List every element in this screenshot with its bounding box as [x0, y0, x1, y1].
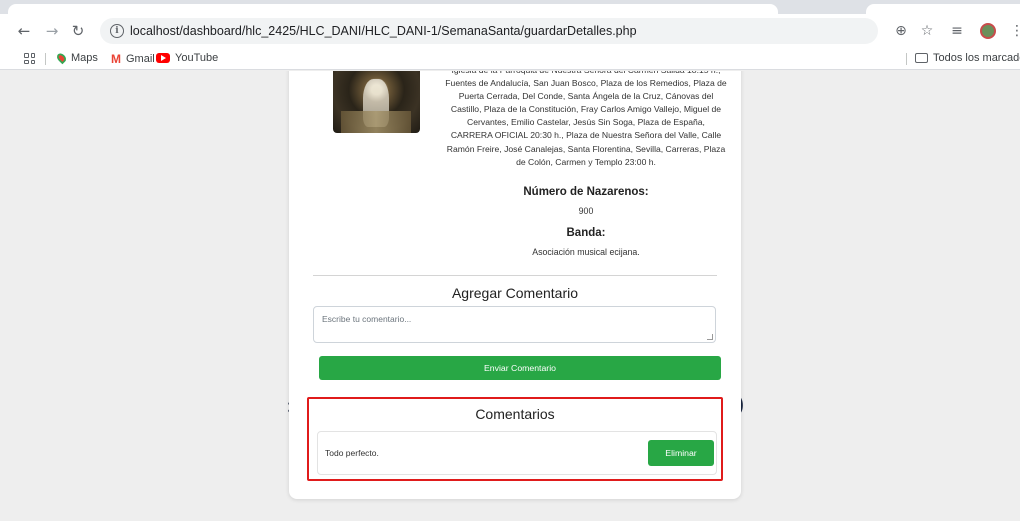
address-bar[interactable]: i localhost/dashboard/hlc_2425/HLC_DANI/… — [100, 18, 878, 44]
bookmark-youtube[interactable]: YouTube — [156, 52, 218, 64]
bookmark-maps[interactable]: Maps — [55, 51, 98, 65]
folder-icon — [915, 53, 928, 63]
route-text: Iglesia de la Parroquia de Nuestra Señor… — [445, 71, 727, 167]
gmail-icon: M — [111, 52, 121, 66]
bookmark-gmail[interactable]: M Gmail — [111, 52, 155, 66]
delete-comment-button[interactable]: Eliminar — [648, 440, 714, 466]
procession-detail-card: Iglesia de la Parroquia de Nuestra Señor… — [289, 71, 741, 499]
bookmark-label: Maps — [71, 52, 98, 64]
media-control-icon[interactable]: ≡ — [946, 19, 968, 43]
bookmarks-divider — [45, 53, 46, 65]
comment-item: Todo perfecto. Eliminar — [317, 431, 717, 475]
comments-title: Comentarios — [475, 406, 555, 422]
back-icon[interactable]: ← — [12, 19, 36, 43]
all-bookmarks[interactable]: Todos los marcadores — [915, 52, 1020, 64]
procession-image — [333, 71, 420, 133]
tab-strip-right — [866, 4, 1020, 14]
add-comment-title: Agregar Comentario — [451, 285, 579, 301]
star-icon[interactable]: ☆ — [916, 19, 938, 43]
browser-toolbar: ← → ↻ i localhost/dashboard/hlc_2425/HLC… — [0, 14, 1020, 48]
apps-icon[interactable] — [24, 53, 35, 64]
banda-value: Asociación musical ecijana. — [532, 247, 640, 257]
zoom-icon[interactable]: ⊕ — [890, 19, 912, 43]
youtube-icon — [156, 53, 170, 63]
info-icon[interactable]: i — [110, 24, 124, 38]
nazarenos-value: 900 — [578, 206, 594, 216]
divider — [313, 275, 717, 276]
profile-avatar[interactable] — [980, 23, 996, 39]
bookmarks-divider — [906, 53, 907, 65]
bookmark-label: YouTube — [175, 52, 219, 64]
maps-icon — [55, 51, 68, 65]
reload-icon[interactable]: ↻ — [66, 19, 90, 43]
nazarenos-label: Número de Nazarenos: — [523, 186, 649, 198]
all-bookmarks-label: Todos los marcadores — [933, 52, 1020, 64]
active-tab[interactable] — [8, 4, 778, 14]
bookmarks-bar: Maps M Gmail YouTube Todos los marcadore… — [0, 48, 1020, 70]
comments-section: Comentarios Todo perfecto. Eliminar — [307, 397, 723, 481]
comment-text: Todo perfecto. — [325, 448, 379, 458]
page-viewport[interactable]: : ) Iglesia de la Parroquia de Nuestra S… — [0, 71, 1020, 521]
kebab-menu-icon[interactable]: ⋮ — [1006, 19, 1020, 43]
bookmark-label: Gmail — [126, 53, 155, 65]
comment-input[interactable]: Escribe tu comentario... — [313, 306, 716, 343]
url-text[interactable]: localhost/dashboard/hlc_2425/HLC_DANI/HL… — [130, 24, 637, 38]
tab-strip — [0, 0, 1020, 14]
send-comment-button[interactable]: Enviar Comentario — [319, 356, 721, 380]
forward-icon[interactable]: → — [40, 19, 64, 43]
banda-label: Banda: — [566, 227, 606, 239]
